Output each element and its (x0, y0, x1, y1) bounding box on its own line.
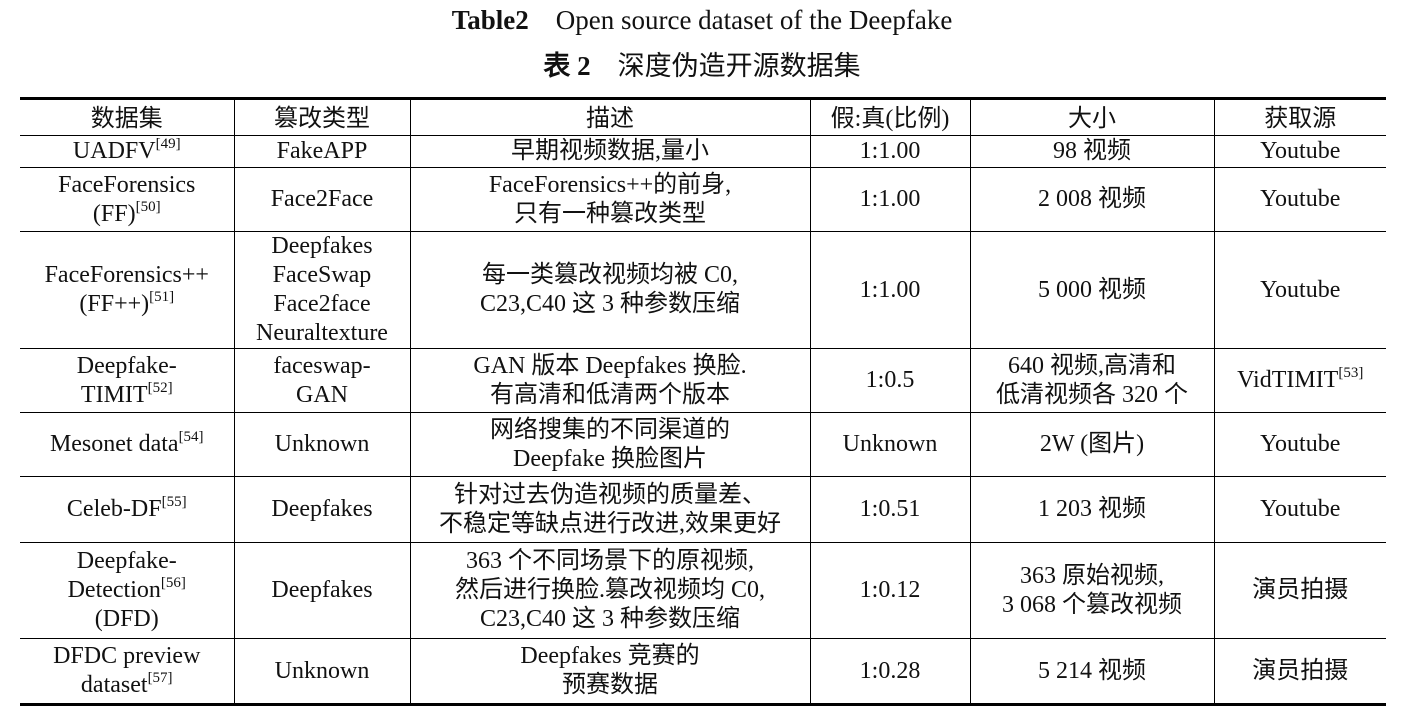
cell-type: Deepfakes FaceSwap Face2face Neuraltextu… (233, 231, 411, 349)
source-name: Youtube (1260, 276, 1341, 303)
header-type: 篡改类型 (233, 98, 411, 136)
citation-ref: [55] (161, 494, 187, 510)
cell-size: 5 214 视频 (969, 638, 1215, 705)
dataset-name: UADFV (72, 138, 156, 164)
cell-source: VidTIMIT[53] (1213, 348, 1386, 413)
cell-ratio: 1:0.5 (809, 348, 971, 413)
cell-dataset: FaceForensics (FF)[50] (20, 167, 235, 232)
dataset-name: FaceForensics (FF) (58, 171, 196, 227)
table-row: UADFV[49] FakeAPP 早期视频数据,量小 1:1.00 98 视频 Yout… (20, 135, 1386, 168)
header-source: 获取源 (1213, 98, 1386, 136)
table-row: FaceForensics (FF)[50] Face2Face FaceForen… (20, 167, 1386, 232)
dataset-name: DFDC preview dataset (53, 643, 201, 698)
source-name: Youtube (1260, 186, 1341, 212)
citation-ref: [51] (149, 289, 175, 305)
source-name: Youtube (1260, 496, 1341, 522)
dataset-name-tail: (DFD) (94, 606, 159, 632)
cell-type: Deepfakes (233, 542, 411, 639)
dataset-name: Mesonet data (49, 431, 179, 457)
cell-dataset: Deepfake- Detection[56] (DFD) (20, 542, 235, 639)
cell-ratio: 1:1.00 (809, 231, 971, 349)
cell-source: Youtube (1213, 231, 1386, 349)
table-body: UADFV[49] FakeAPP 早期视频数据,量小 1:1.00 98 视频 Yout… (20, 135, 1386, 705)
cell-source: Youtube (1213, 412, 1386, 477)
cell-description: 每一类篡改视频均被 C0, C23,C40 这 3 种参数压缩 (409, 231, 811, 349)
cell-source: Youtube (1213, 167, 1386, 232)
table-title-en: Table2 Open source dataset of the Deepfa… (0, 2, 1404, 38)
cell-type: Unknown (233, 412, 411, 477)
cell-size: 640 视频,高清和 低清视频各 320 个 (969, 348, 1215, 413)
cell-type: Face2Face (233, 167, 411, 232)
header-row: 数据集 篡改类型 描述 假:真(比例) 大小 获取源 (20, 98, 1386, 136)
citation-ref: [52] (147, 379, 173, 396)
cell-type: FakeAPP (233, 135, 411, 168)
cell-ratio: 1:1.00 (809, 167, 971, 232)
cell-description: GAN 版本 Deepfakes 换脸. 有高清和低清两个版本 (409, 348, 811, 413)
cell-description: 针对过去伪造视频的质量差、 不稳定等缺点进行改进,效果更好 (409, 476, 811, 543)
citation-ref: [53] (1338, 365, 1364, 381)
table-row: DFDC preview dataset[57] Unknown Deepfakes… (20, 638, 1386, 705)
cell-size: 2 008 视频 (969, 167, 1215, 232)
dataset-table: 数据集 篡改类型 描述 假:真(比例) 大小 获取源 UADFV[49] Fake… (20, 97, 1386, 706)
cell-description: 网络搜集的不同渠道的 Deepfake 换脸图片 (409, 412, 811, 477)
header-dataset: 数据集 (20, 98, 235, 136)
table-header: 数据集 篡改类型 描述 假:真(比例) 大小 获取源 (20, 98, 1386, 136)
citation-ref: [56] (160, 575, 186, 591)
cell-type: Unknown (233, 638, 411, 705)
header-description: 描述 (409, 98, 811, 136)
cell-ratio: Unknown (809, 412, 971, 477)
table-title-zh: 表 2 深度伪造开源数据集 (0, 48, 1404, 84)
source-name: Youtube (1260, 138, 1341, 164)
cell-source: 演员拍摄 (1213, 542, 1386, 639)
table-row: FaceForensics++ (FF++)[51] Deepfakes Face… (20, 231, 1386, 349)
cell-ratio: 1:0.12 (809, 542, 971, 639)
cell-ratio: 1:1.00 (809, 135, 971, 168)
cell-dataset: UADFV[49] (20, 135, 235, 168)
cell-ratio: 1:0.51 (809, 476, 971, 543)
citation-ref: [49] (155, 136, 181, 152)
cell-description: FaceForensics++的前身, 只有一种篡改类型 (409, 167, 811, 232)
source-name: 演员拍摄 (1252, 577, 1349, 603)
cell-ratio: 1:0.28 (809, 638, 971, 705)
cell-dataset: DFDC preview dataset[57] (20, 638, 235, 705)
cell-description: 363 个不同场景下的原视频, 然后进行换脸.篡改视频均 C0, C23,C40… (409, 542, 811, 639)
table-caption-en: Open source dataset of the Deepfake (555, 5, 953, 35)
source-name: Youtube (1260, 431, 1341, 457)
cell-type: faceswap- GAN (233, 348, 411, 413)
source-name: VidTIMIT (1237, 367, 1339, 393)
cell-size: 2W (图片) (969, 412, 1215, 477)
table-label-zh: 表 2 (543, 51, 591, 81)
cell-dataset: Celeb-DF[55] (20, 476, 235, 543)
citation-ref: [54] (178, 429, 204, 445)
cell-description: Deepfakes 竞赛的 预赛数据 (409, 638, 811, 705)
cell-size: 1 203 视频 (969, 476, 1215, 543)
dataset-name: FaceForensics++ (FF++) (44, 262, 209, 317)
cell-source: Youtube (1213, 135, 1386, 168)
table-row: Mesonet data[54] Unknown 网络搜集的不同渠道的 Deepfa… (20, 412, 1386, 477)
cell-source: Youtube (1213, 476, 1386, 543)
table-label-en: Table2 (451, 5, 529, 35)
cell-size: 363 原始视频, 3 068 个篡改视频 (969, 542, 1215, 639)
dataset-name: Celeb-DF (66, 496, 162, 522)
header-ratio: 假:真(比例) (809, 98, 971, 136)
table-row: Deepfake- TIMIT[52] faceswap- GAN GAN 版本 D… (20, 348, 1386, 413)
cell-description: 早期视频数据,量小 (409, 135, 811, 168)
table-row: Celeb-DF[55] Deepfakes 针对过去伪造视频的质量差、 不稳定等缺… (20, 476, 1386, 543)
cell-size: 5 000 视频 (969, 231, 1215, 349)
source-name: 演员拍摄 (1252, 657, 1349, 684)
cell-size: 98 视频 (969, 135, 1215, 168)
cell-type: Deepfakes (233, 476, 411, 543)
cell-source: 演员拍摄 (1213, 638, 1386, 705)
cell-dataset: Mesonet data[54] (20, 412, 235, 477)
table-row: Deepfake- Detection[56] (DFD) Deepfakes 36… (20, 542, 1386, 639)
citation-ref: [50] (135, 198, 161, 215)
citation-ref: [57] (147, 670, 173, 686)
cell-dataset: FaceForensics++ (FF++)[51] (20, 231, 235, 349)
cell-dataset: Deepfake- TIMIT[52] (20, 348, 235, 413)
header-size: 大小 (969, 98, 1215, 136)
table-caption-zh: 深度伪造开源数据集 (617, 51, 861, 81)
